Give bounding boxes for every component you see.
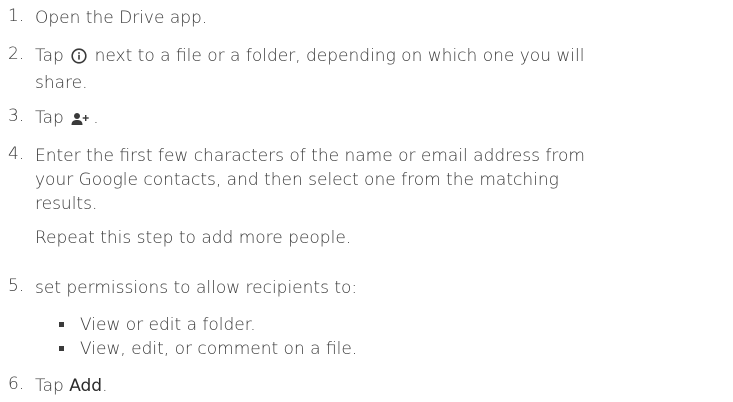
step-number: 6. — [8, 374, 25, 394]
bullet-marker — [59, 346, 64, 351]
step-number: 2. — [8, 44, 25, 64]
step-number: 3. — [8, 106, 25, 126]
step-text: Tap — [35, 376, 64, 396]
add-person-icon — [71, 109, 91, 133]
step-text: Enter the first few characters of the na… — [35, 146, 585, 166]
step-text: next to a file or a folder, depending on… — [94, 46, 585, 66]
step-number: 1. — [8, 6, 25, 26]
add-label: Add — [69, 376, 103, 396]
step-text: results. — [35, 194, 98, 214]
permission-list: View or edit a folder. View, edit, or co… — [35, 313, 695, 361]
step-number: 5. — [8, 276, 25, 296]
list-item: View or edit a folder. — [35, 313, 695, 337]
step-text: set permissions to allow recipients to: — [35, 278, 358, 298]
step-text: . — [93, 108, 99, 128]
step-text-continued: share. — [35, 73, 88, 93]
step-text: Tap — [35, 108, 64, 128]
step-text: Tap — [35, 46, 64, 66]
step-note: Repeat this step to add more people. — [35, 228, 352, 248]
step-text: Open the Drive app. — [35, 8, 208, 28]
step-number: 4. — [8, 144, 25, 164]
info-circle-icon — [71, 47, 87, 71]
bullet-marker — [59, 322, 64, 327]
step-text: your Google contacts, and then select on… — [35, 170, 559, 190]
list-item: View, edit, or comment on a file. — [35, 337, 695, 361]
